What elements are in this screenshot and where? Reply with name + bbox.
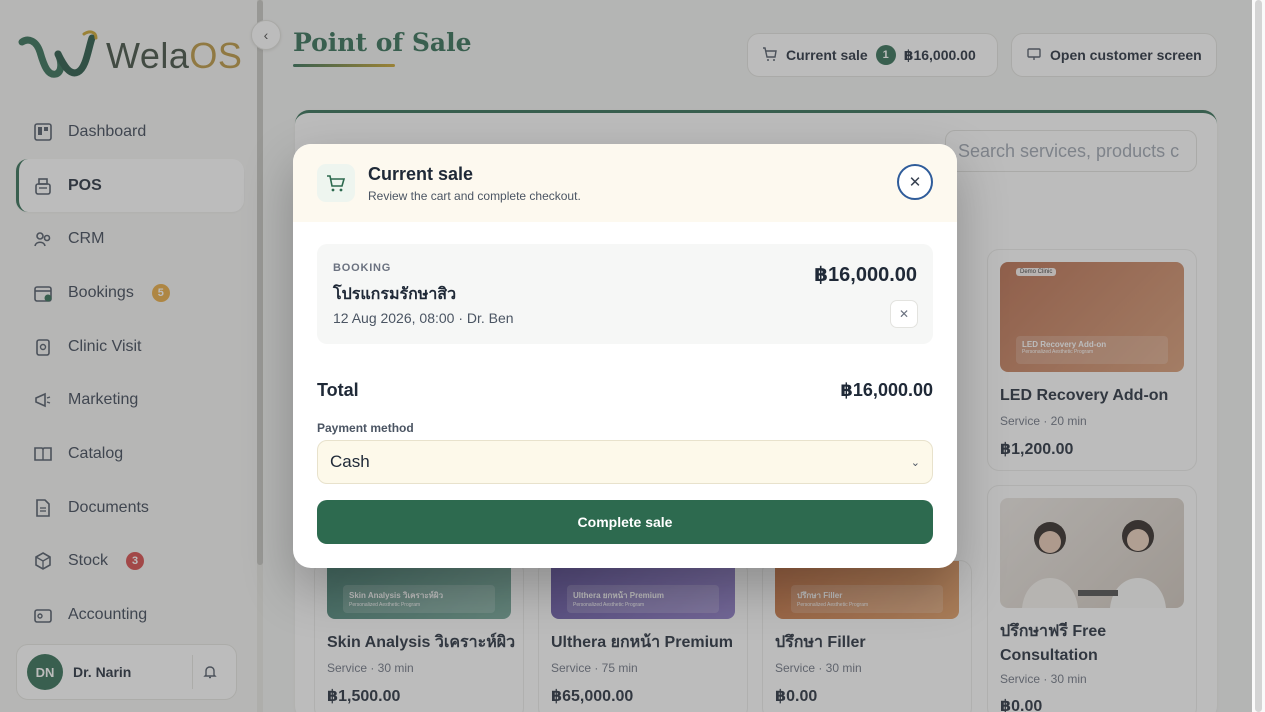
close-icon: ✕ <box>908 174 922 191</box>
total-label: Total <box>317 380 359 400</box>
dialog-subtitle: Review the cart and complete checkout. <box>368 189 581 203</box>
close-icon: ✕ <box>898 307 910 321</box>
cart-line-item: BOOKING โปรแกรมรักษาสิว 12 Aug 2026, 08:… <box>317 244 933 344</box>
current-sale-dialog: Current sale Review the cart and complet… <box>293 144 957 568</box>
line-item-price: ฿16,000.00 <box>814 264 917 286</box>
dialog-title: Current sale <box>368 164 474 184</box>
payment-method-label: Payment method <box>317 421 414 435</box>
cart-icon <box>317 164 355 202</box>
payment-method-select[interactable]: Cash ⌄ <box>317 440 933 484</box>
close-dialog-button[interactable]: ✕ <box>897 164 933 200</box>
complete-sale-button[interactable]: Complete sale <box>317 500 933 544</box>
dialog-header: Current sale Review the cart and complet… <box>293 144 957 222</box>
line-item-name: โปรแกรมรักษาสิว <box>333 284 457 303</box>
line-item-schedule: 12 Aug 2026, 08:00 · Dr. Ben <box>333 310 514 326</box>
chevron-down-icon: ⌄ <box>910 456 920 469</box>
line-item-type: BOOKING <box>333 262 392 274</box>
remove-item-button[interactable]: ✕ <box>890 300 918 328</box>
page-scrollbar-thumb[interactable] <box>1255 0 1262 712</box>
total-value: ฿16,000.00 <box>840 380 933 400</box>
payment-method-value: Cash <box>330 452 370 471</box>
